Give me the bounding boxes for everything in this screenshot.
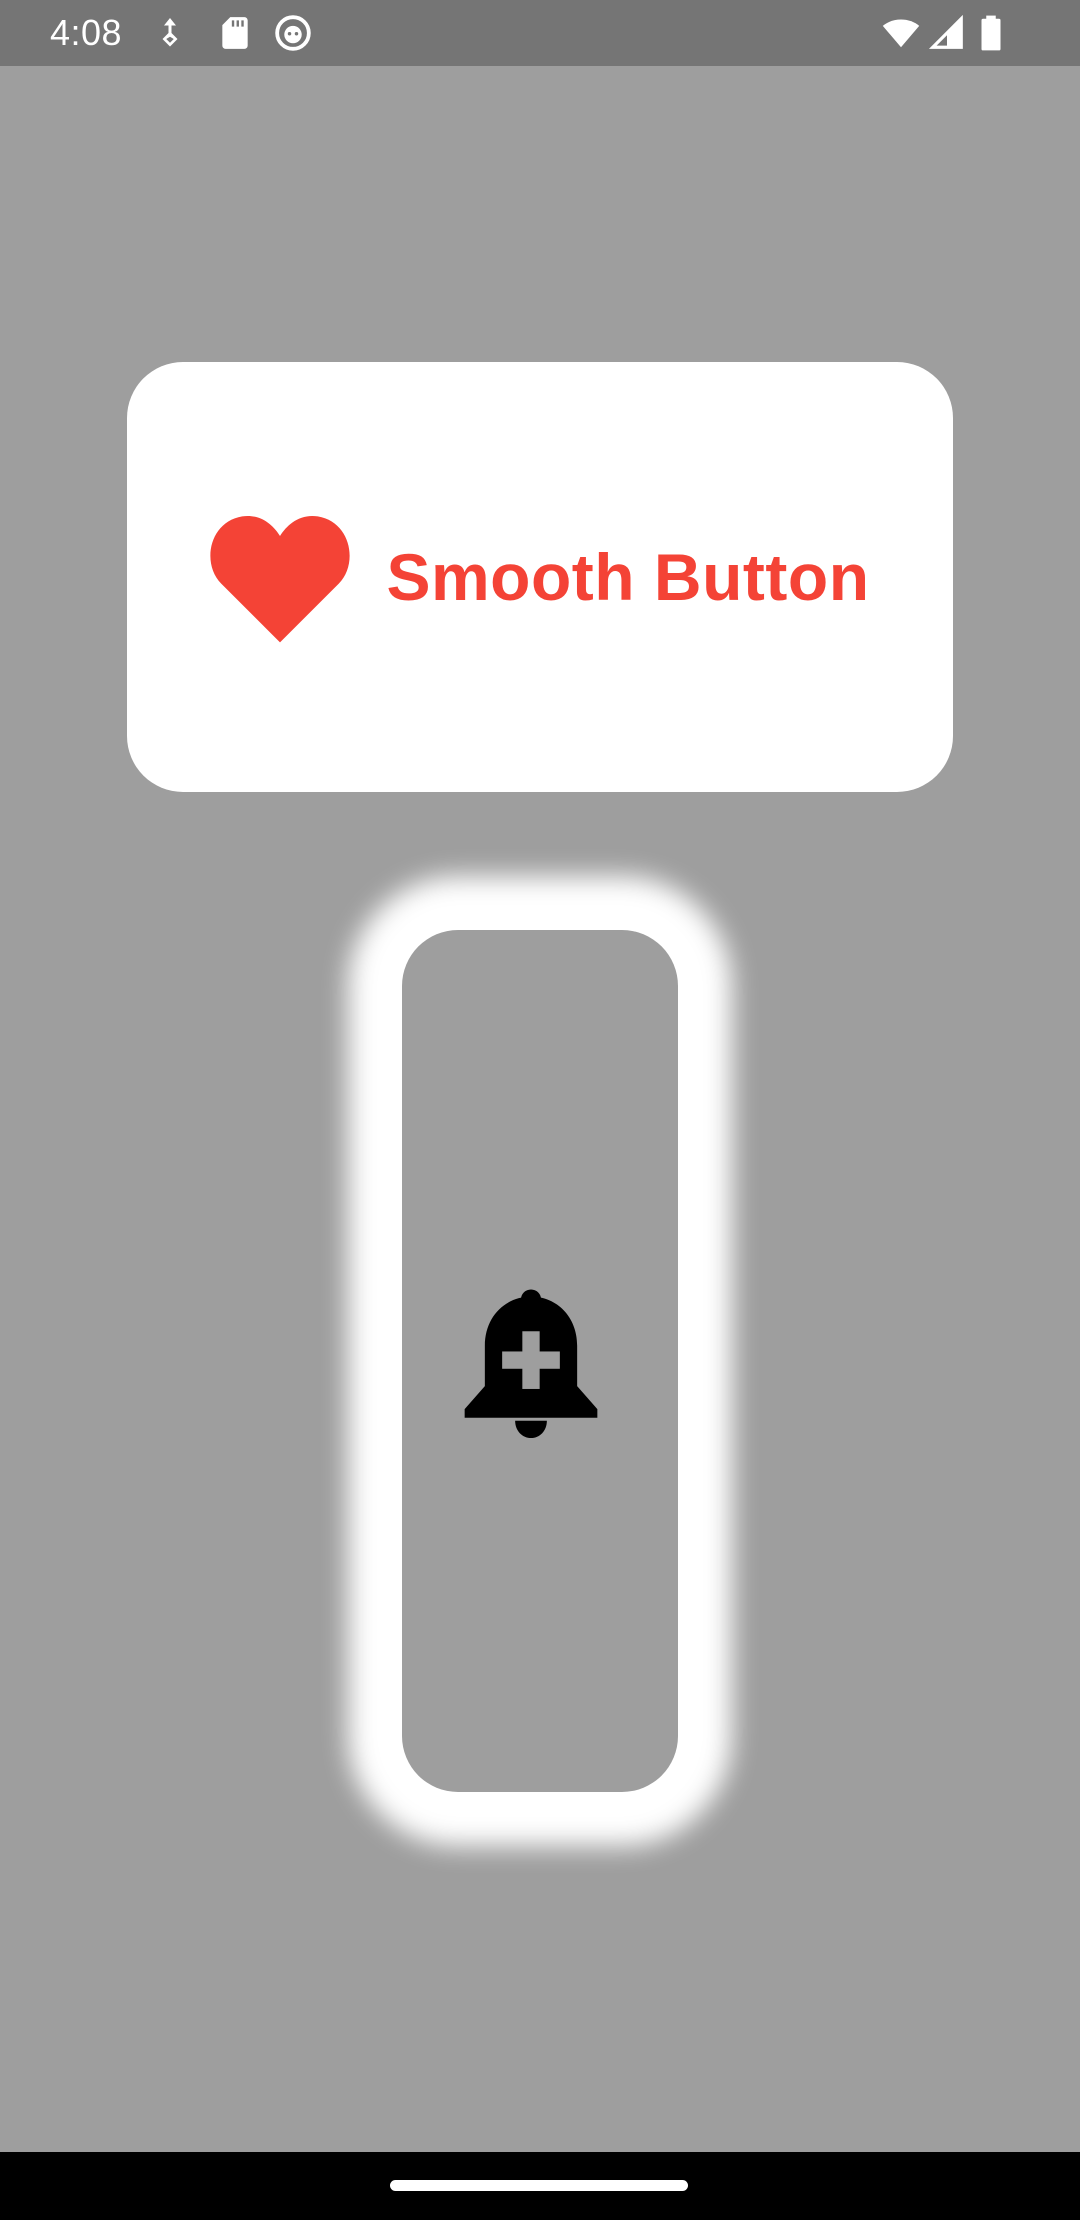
app-screen: 4:08 Smooth Button — [0, 0, 1080, 2220]
cell-signal-icon — [928, 14, 963, 49]
sd-card-icon — [222, 17, 248, 49]
status-time: 4:08 — [50, 12, 123, 53]
home-indicator[interactable] — [390, 2180, 688, 2191]
add-alert-button[interactable] — [402, 930, 678, 1792]
status-bar: 4:08 — [0, 0, 1080, 66]
android-debug-icon — [275, 15, 311, 51]
heart-icon — [210, 515, 351, 643]
smooth-button[interactable]: Smooth Button — [127, 362, 953, 792]
wifi-icon — [882, 19, 920, 48]
add-alert-bell-icon — [464, 1289, 598, 1438]
battery-icon — [981, 15, 1001, 51]
smooth-button-label: Smooth Button — [386, 540, 870, 614]
usb-debug-icon — [162, 18, 178, 47]
